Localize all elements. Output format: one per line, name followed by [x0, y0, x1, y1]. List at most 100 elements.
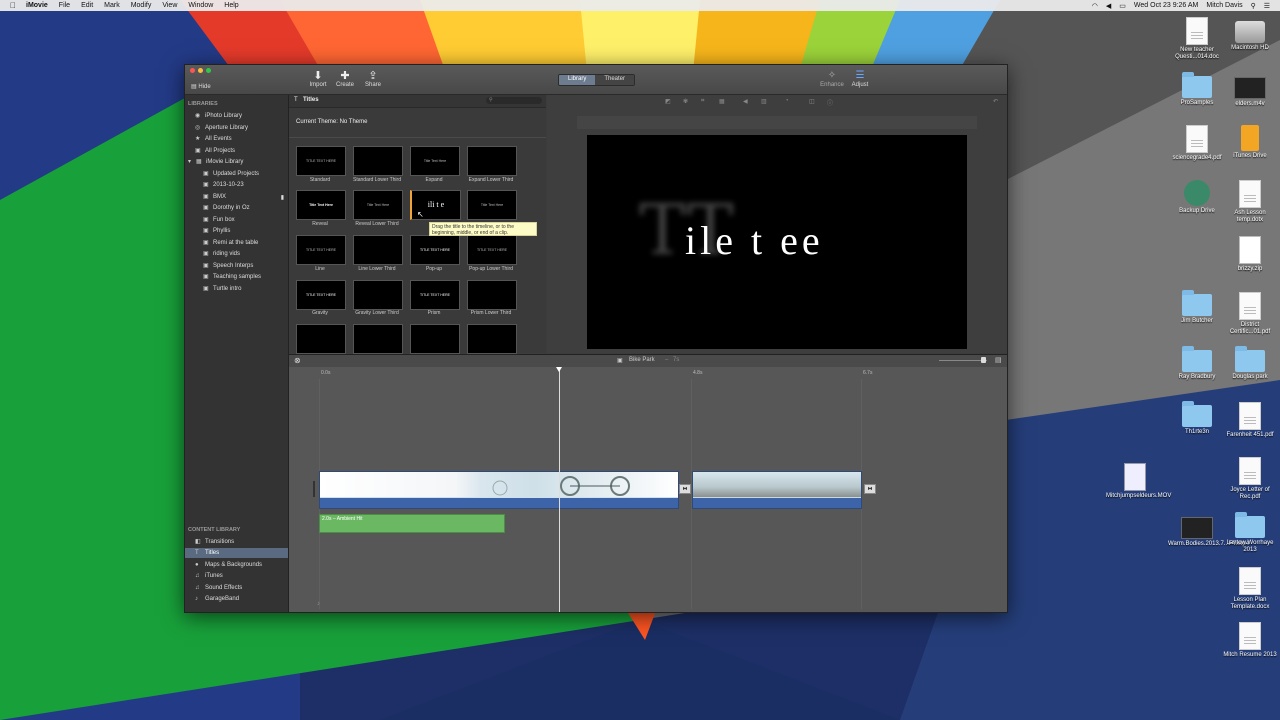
title-thumb-line-lower-third[interactable] [353, 235, 403, 265]
sidebar-item-event[interactable]: ▣ Phyllis [185, 226, 288, 236]
sidebar-item-garageband[interactable]: ♪ GarageBand [185, 594, 288, 604]
transition-icon[interactable]: ⧓ [864, 484, 876, 494]
desktop-icon-doc[interactable]: sciencegrade4.pdf [1168, 125, 1226, 162]
desktop-icon-folder[interactable]: Lantow Worrhaye 2013 [1221, 512, 1279, 554]
sidebar-item-aperture[interactable]: ◎ Aperture Library [185, 123, 288, 133]
desktop-icon-usb[interactable]: iTunes Drive [1221, 125, 1279, 160]
desktop-icon-doc[interactable]: District Certific...01.pdf [1221, 292, 1279, 336]
menu-window[interactable]: Window [188, 2, 213, 9]
desktop-icon-doc[interactable]: Ash Lesson temp.dotx [1221, 180, 1279, 224]
desktop-icon-folder[interactable]: Jim Butcher [1168, 290, 1226, 325]
desktop-icon-folder[interactable]: Ray Bradbury [1168, 346, 1226, 381]
sidebar-item-event[interactable]: ▣ 2013-10-23 [185, 180, 288, 190]
menu-help[interactable]: Help [224, 2, 238, 9]
color-balance-icon[interactable]: ◩ [665, 98, 671, 105]
menu-file[interactable]: File [59, 2, 70, 9]
volume-icon[interactable]: ◀ [1106, 2, 1111, 10]
sidebar-item-sound-effects[interactable]: ♫ Sound Effects [185, 583, 288, 593]
playhead[interactable] [556, 367, 562, 612]
title-thumb-prism[interactable]: TITLE TEXT HERE [410, 280, 460, 310]
desktop-icon-doc[interactable]: Mitch Resume 2013 [1221, 622, 1279, 659]
zoom-slider[interactable] [939, 360, 987, 361]
title-thumb-expand-lower-third[interactable] [467, 146, 517, 176]
sidebar-item-transitions[interactable]: ◧ Transitions [185, 537, 288, 547]
sidebar-item-updated-projects[interactable]: ▣ Updated Projects [185, 169, 288, 179]
adjust-button[interactable]: ☰ Adjust [845, 70, 875, 88]
close-project-icon[interactable]: ⊗ [294, 356, 301, 365]
color-correction-icon[interactable]: ✾ [683, 98, 688, 105]
desktop-icon-doc[interactable]: Joyce Letter of Rec.pdf [1221, 457, 1279, 501]
title-thumb[interactable] [353, 324, 403, 354]
noise-reduction-icon[interactable]: ▥ [761, 98, 767, 105]
title-thumb-expand[interactable]: Title Text Here [410, 146, 460, 176]
timeline[interactable]: 0.0s 4.8s 6.7s ⧓ ⧓ 2.0s – Ambient Hit ♪ [289, 367, 1007, 612]
disclosure-triangle-icon[interactable]: ▾ [188, 159, 194, 165]
apple-menu-icon[interactable]:  [10, 1, 16, 10]
zoom-window-icon[interactable] [206, 68, 211, 73]
sidebar-item-iphoto[interactable]: ◉ iPhoto Library [185, 111, 288, 121]
reset-icon[interactable]: ↶ [993, 98, 998, 105]
desktop-icon-backup[interactable]: Backup Drive [1168, 180, 1226, 215]
desktop-icon-folder[interactable]: Douglas park [1221, 346, 1279, 381]
title-thumb-standard-lower-third[interactable] [353, 146, 403, 176]
title-thumb[interactable]: Title Text Here [467, 190, 517, 220]
menu-edit[interactable]: Edit [81, 2, 93, 9]
title-thumb-reveal[interactable]: Title Text Here [296, 190, 346, 220]
desktop-icon-doc[interactable]: Farenheit 451.pdf [1221, 402, 1279, 439]
title-thumb-line[interactable]: TITLE TEXT HERE [296, 235, 346, 265]
title-thumb[interactable] [410, 324, 460, 354]
sidebar-item-event[interactable]: ▣ Speech Interps [185, 261, 288, 271]
sidebar-item-itunes[interactable]: ♫ iTunes [185, 571, 288, 581]
info-icon[interactable]: ⓘ [827, 98, 833, 107]
desktop-icon-folder[interactable]: Th1rte3n [1168, 401, 1226, 436]
sidebar-item-all-events[interactable]: ★ All Events [185, 134, 288, 144]
minimize-window-icon[interactable] [198, 68, 203, 73]
menu-view[interactable]: View [162, 2, 177, 9]
import-button[interactable]: ⬇ Import [306, 70, 330, 88]
spotlight-icon[interactable]: ⚲ [1251, 2, 1256, 10]
wifi-icon[interactable]: ◠ [1092, 2, 1098, 10]
title-thumb-reveal-lower-third[interactable]: Title Text Here [353, 190, 403, 220]
transition-icon[interactable]: ⧓ [679, 484, 691, 494]
desktop-icon-video[interactable]: Warm.Bodies.2013.7...FY.mp4 [1168, 512, 1249, 548]
title-thumb-prism-lower-third[interactable] [467, 280, 517, 310]
share-button[interactable]: ⇪ Share [361, 70, 385, 88]
search-input[interactable]: ⚲ [486, 97, 542, 104]
menu-app-name[interactable]: iMovie [26, 2, 48, 9]
menubar-clock[interactable]: Wed Oct 23 9:26 AM [1134, 2, 1198, 9]
video-clip[interactable] [319, 471, 679, 509]
sidebar-item-event[interactable]: ▣ Dorothy in Oz [185, 203, 288, 213]
stabilization-icon[interactable]: ▦ [719, 98, 725, 105]
video-preview[interactable]: TT ile t ee [587, 135, 967, 349]
timeline-settings-icon[interactable]: ▤ [995, 356, 1002, 364]
title-thumb[interactable] [296, 324, 346, 354]
sidebar-item-event[interactable]: ▣ riding vids [185, 249, 288, 259]
volume-adjust-icon[interactable]: ◀ [743, 98, 748, 105]
menubar-user[interactable]: Mitch Davis [1206, 2, 1242, 9]
desktop-icon-doc[interactable]: New teacher Questi...014.doc [1168, 17, 1226, 61]
title-thumb[interactable] [467, 324, 517, 354]
sidebar-item-all-projects[interactable]: ▣ All Projects [185, 146, 288, 156]
create-button[interactable]: ✚ Create [333, 70, 357, 88]
title-thumb-popup-lower-third[interactable]: TITLE TEXT HERE [467, 235, 517, 265]
sidebar-item-maps[interactable]: ● Maps & Backgrounds [185, 560, 288, 570]
menu-modify[interactable]: Modify [131, 2, 152, 9]
speed-icon[interactable]: ◔ [785, 98, 789, 104]
enhance-button[interactable]: ✧ Enhance [817, 70, 847, 88]
sidebar-item-event[interactable]: ▣ Fun box [185, 215, 288, 225]
crop-icon[interactable]: ⌗ [701, 98, 704, 105]
tab-theater[interactable]: Theater [595, 75, 635, 85]
title-thumb-gravity[interactable]: TITLE TEXT HERE [296, 280, 346, 310]
desktop-icon-zip[interactable]: brizzy.zip [1221, 236, 1279, 273]
sidebar-item-event[interactable]: ▣ Remi at the table [185, 238, 288, 248]
zoom-slider-handle[interactable] [981, 357, 986, 363]
desktop-icon-drive[interactable]: Macintosh HD [1221, 17, 1279, 52]
title-thumb-popup[interactable]: TITLE TEXT HERE [410, 235, 460, 265]
sidebar-item-event[interactable]: ▣ Turtle intro [185, 284, 288, 294]
clip-filter-icon[interactable]: ◫ [809, 98, 815, 105]
sidebar-item-imovie-library[interactable]: ▾ ▦ iMovie Library [185, 157, 288, 167]
hide-libraries-button[interactable]: ▤ Hide [191, 83, 211, 90]
tab-library[interactable]: Library [559, 75, 596, 85]
desktop-icon-doc[interactable]: Lesson Plan Template.docx [1221, 567, 1279, 611]
sidebar-item-titles[interactable]: T Titles [185, 548, 288, 558]
